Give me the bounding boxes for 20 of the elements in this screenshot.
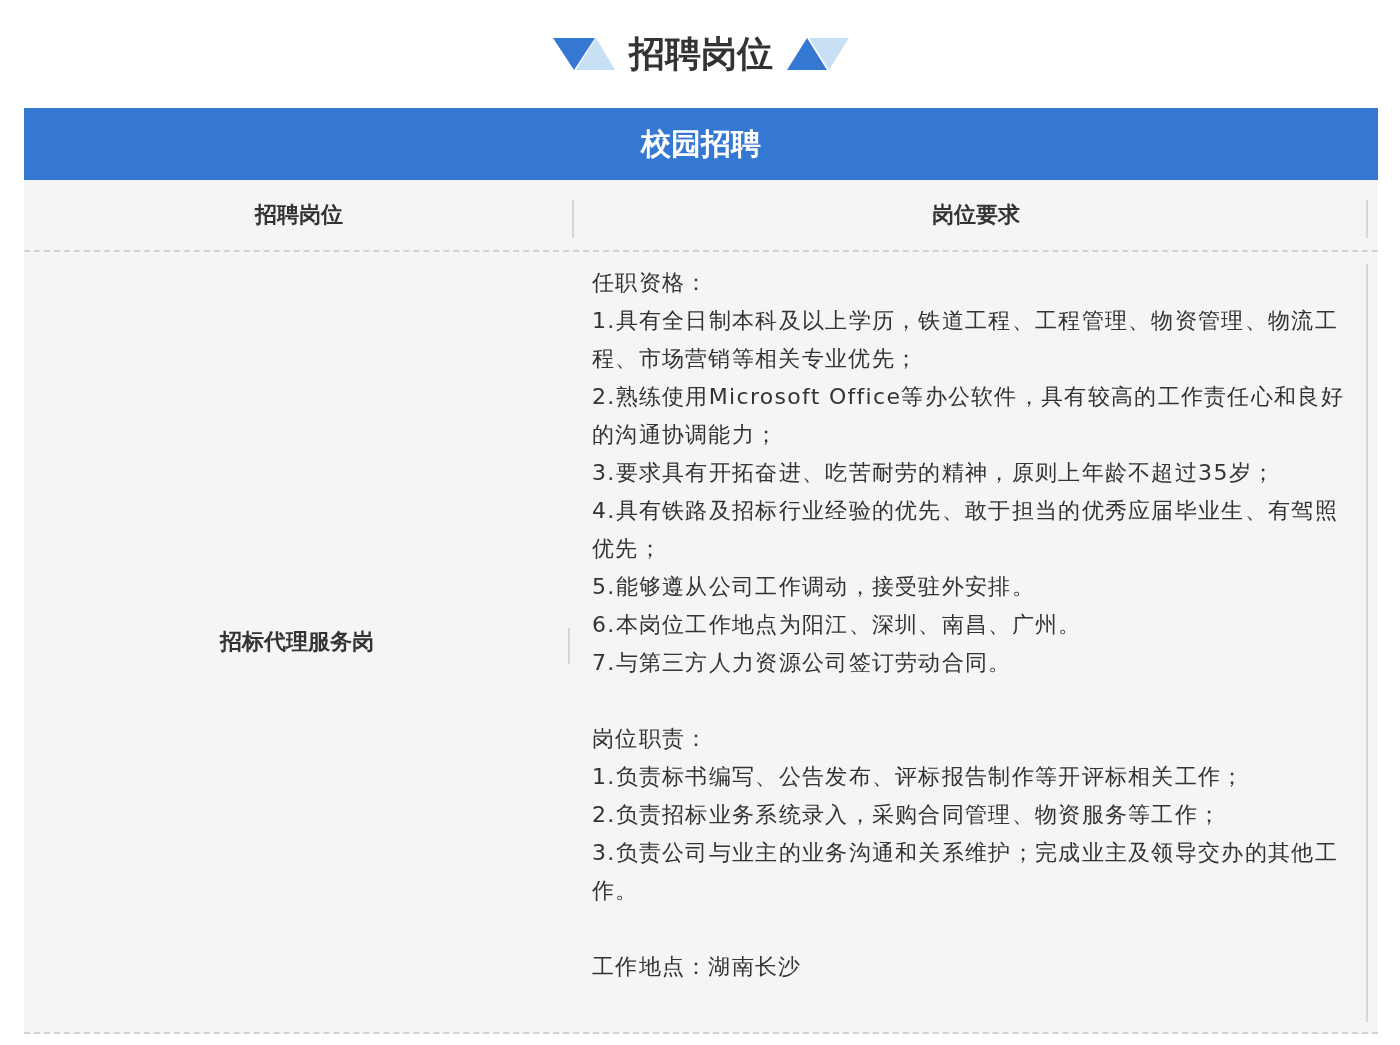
requirement-text: 2.熟练使用Microsoft Office等办公软件，具有较高的工作责任心和良好的沟通协调能力； xyxy=(592,383,1345,449)
triangle-ornament-icon xyxy=(553,38,615,70)
requirement-text: 4.具有铁路及招标行业经验的优先、敢于担当的优秀应届毕业生、有驾照优先； xyxy=(592,497,1339,563)
requirement-text: 6.本岗位工作地点为阳江、深圳、南昌、广州。 xyxy=(592,611,1083,639)
table-cell-text: 招标代理服务岗 xyxy=(220,628,374,656)
section-heading: 工作地点：湖南长沙 xyxy=(592,953,803,981)
requirement-text: 2.负责招标业务系统录入，采购合同管理、物资服务等工作； xyxy=(592,801,1223,829)
requirement-text: 1.负责标书编写、公告发布、评标报告制作等开评标相关工作； xyxy=(592,763,1246,791)
page-title: 招聘岗位 xyxy=(629,31,773,76)
section-banner: 校园招聘 xyxy=(24,108,1378,180)
column-header: 招聘岗位 xyxy=(255,201,343,229)
requirement-text: 7.与第三方人力资源公司签订劳动合同。 xyxy=(592,649,1013,677)
section-heading: 任职资格： xyxy=(592,269,710,297)
requirement-text: 3.要求具有开拓奋进、吃苦耐劳的精神，原则上年龄不超过35岁； xyxy=(592,459,1277,487)
requirement-text: 3.负责公司与业主的业务沟通和关系维护；完成业主及领导交办的其他工作。 xyxy=(592,839,1339,905)
column-header: 岗位要求 xyxy=(932,201,1020,229)
requirement-text: 5.能够遵从公司工作调动，接受驻外安排。 xyxy=(592,573,1036,601)
section-heading: 岗位职责： xyxy=(592,725,710,753)
requirement-text: 1.具有全日制本科及以上学历，铁道工程、工程管理、物资管理、物流工程、市场营销等相关专业优先； xyxy=(592,307,1339,373)
triangle-ornament-icon xyxy=(787,38,849,70)
